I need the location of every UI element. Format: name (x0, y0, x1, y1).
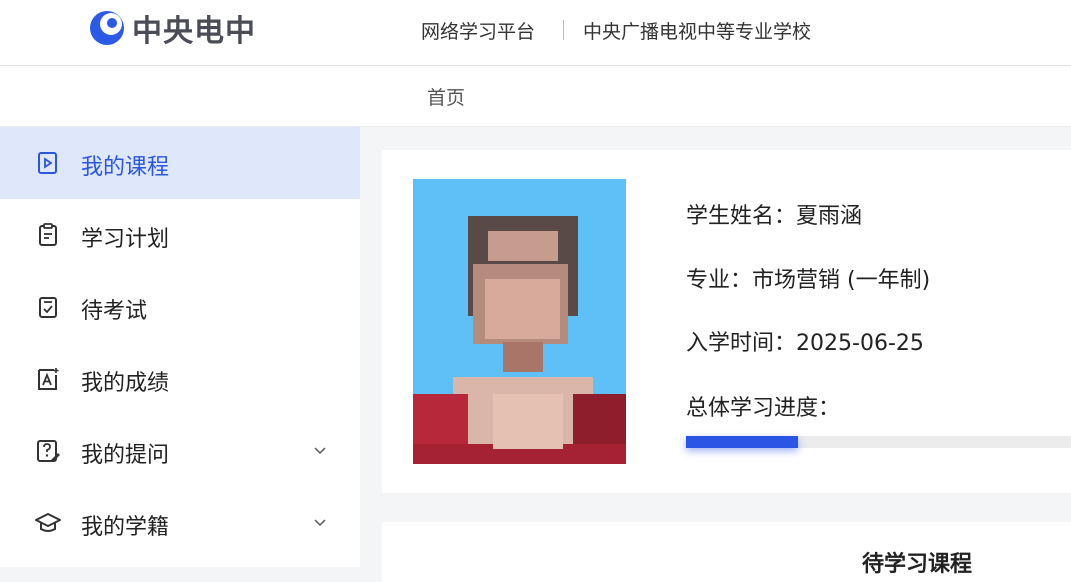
student-major-row: 专业：市场营销 (一年制) (686, 262, 930, 294)
student-name-label: 学生姓名： (686, 204, 797, 229)
overall-progress-bar (686, 436, 1071, 448)
student-photo (413, 179, 626, 464)
enroll-date-value: 2025-06-25 (796, 331, 924, 356)
clipboard-icon (39, 223, 57, 246)
sidebar-item-label: 我的课程 (81, 155, 170, 180)
pending-courses-title: 待学习课程 (862, 552, 973, 577)
major-label: 专业： (686, 268, 753, 293)
site-logo[interactable]: 中央电中 (88, 9, 256, 49)
sidebar: 我的课程 学习计划 待考试 我的成绩 我的提问 我的学籍 (0, 127, 360, 567)
check-document-icon (39, 297, 57, 318)
sidebar-item-pending-exams[interactable]: 待考试 (0, 271, 360, 343)
question-edit-icon (37, 440, 60, 462)
progress-fill (686, 436, 798, 448)
header-divider (563, 20, 564, 40)
sidebar-item-my-questions[interactable]: 我的提问 (0, 415, 360, 487)
sidebar-item-my-enrollment[interactable]: 我的学籍 (0, 487, 360, 559)
sidebar-item-label: 我的提问 (81, 443, 170, 468)
graduation-cap-icon (35, 513, 61, 532)
grade-icon (38, 368, 59, 390)
sidebar-item-my-grades[interactable]: 我的成绩 (0, 343, 360, 415)
nav-home-link[interactable]: 首页 (427, 83, 465, 110)
major-value: 市场营销 (一年制) (752, 268, 931, 293)
sidebar-item-label: 我的学籍 (81, 515, 170, 540)
chevron-down-icon[interactable] (312, 515, 328, 531)
platform-name: 网络学习平台 (421, 21, 536, 43)
progress-label: 总体学习进度： (686, 396, 841, 421)
sidebar-item-label: 待考试 (81, 299, 148, 324)
play-video-icon (38, 152, 57, 174)
logo-text: 中央电中 (132, 14, 256, 49)
top-header: 中央电中 网络学习平台 中央广播电视中等专业学校 (0, 0, 1071, 66)
logo-mark-icon (90, 11, 124, 45)
chevron-down-icon[interactable] (312, 443, 328, 459)
enroll-date-row: 入学时间：2025-06-25 (686, 325, 924, 357)
sidebar-item-study-plan[interactable]: 学习计划 (0, 199, 360, 271)
sidebar-item-label: 我的成绩 (81, 371, 170, 396)
nav-bar: 首页 (0, 66, 1071, 127)
sidebar-item-label: 学习计划 (81, 227, 170, 252)
enroll-date-label: 入学时间： (686, 331, 797, 356)
student-name: 夏雨涵 (796, 204, 863, 229)
student-name-row: 学生姓名：夏雨涵 (686, 198, 862, 230)
school-name: 中央广播电视中等专业学校 (583, 21, 812, 43)
sidebar-item-my-courses[interactable]: 我的课程 (0, 127, 360, 199)
